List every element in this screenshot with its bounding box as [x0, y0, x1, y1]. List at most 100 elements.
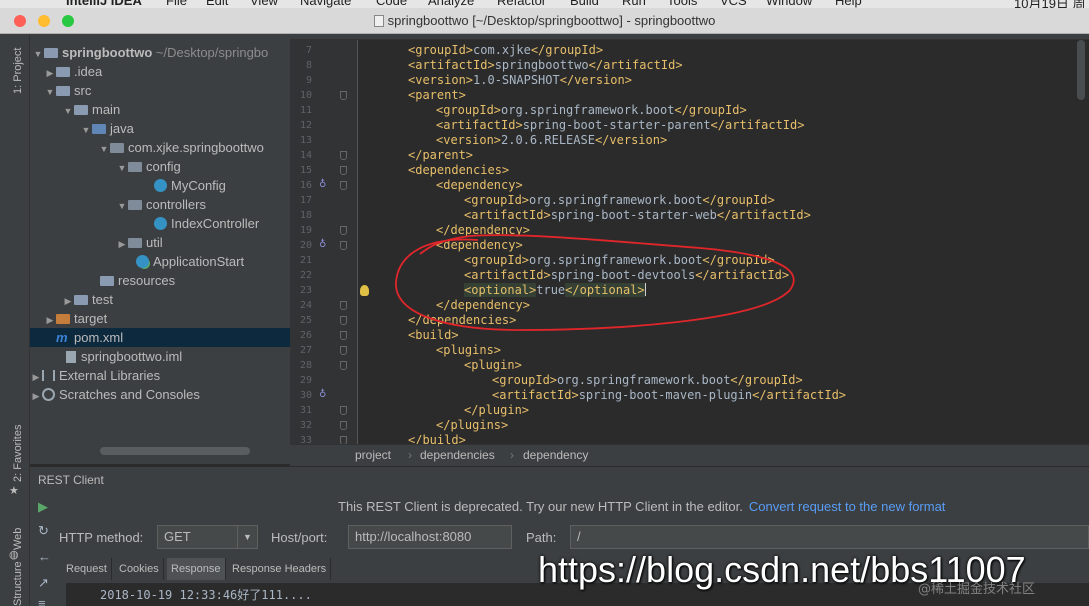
- chevron-down-icon[interactable]: ▼: [62, 102, 74, 121]
- menu-item-window[interactable]: Window: [766, 0, 812, 8]
- code-line[interactable]: <dependency>: [436, 238, 523, 253]
- code-line[interactable]: <plugin>: [464, 358, 522, 373]
- chevron-down-icon[interactable]: ▼: [98, 140, 110, 159]
- menu-item-analyze[interactable]: Analyze: [428, 0, 474, 8]
- code-editor[interactable]: 7 8 9 10 11 12 13 14 15 16 ♁ 17 18 19 20 ♁ 21 22 23 24 25 26 2…: [290, 40, 1089, 444]
- tree-item-java[interactable]: ▼ java: [80, 119, 134, 138]
- code-line[interactable]: </plugin>: [464, 403, 529, 418]
- menu-item-refactor[interactable]: Refactor: [497, 0, 546, 8]
- tree-item-config[interactable]: ▼ config: [116, 157, 181, 176]
- fold-marker-icon[interactable]: [340, 361, 347, 370]
- fold-marker-icon[interactable]: [340, 316, 347, 325]
- menu-item-code[interactable]: Code: [376, 0, 407, 8]
- refresh-icon[interactable]: ↻: [38, 523, 49, 539]
- code-line[interactable]: <artifactId>springboottwo</artifactId>: [408, 58, 683, 73]
- fold-marker-icon[interactable]: [340, 181, 347, 190]
- menu-item-intellij-idea[interactable]: IntelliJ IDEA: [66, 0, 142, 8]
- code-line[interactable]: <groupId>org.springframework.boot</group…: [492, 373, 803, 388]
- menu-item-vcs[interactable]: VCS: [720, 0, 747, 8]
- code-line[interactable]: </dependency>: [436, 223, 530, 238]
- run-request-icon[interactable]: ▶: [38, 499, 48, 515]
- tree-item-test[interactable]: ▶ test: [62, 290, 113, 309]
- code-line[interactable]: </plugins>: [436, 418, 508, 433]
- fold-marker-icon[interactable]: [340, 421, 347, 430]
- fold-marker-icon[interactable]: [340, 151, 347, 160]
- fold-marker-icon[interactable]: [340, 436, 347, 444]
- tree-item-scratches[interactable]: ▶ Scratches and Consoles: [30, 385, 200, 404]
- tree-item-indexcontroller[interactable]: IndexController: [154, 214, 259, 233]
- export-icon[interactable]: ↗: [38, 575, 49, 591]
- tree-item-src[interactable]: ▼ src: [44, 81, 92, 100]
- code-line[interactable]: <artifactId>spring-boot-devtools</artifa…: [464, 268, 789, 283]
- menu-item-view[interactable]: View: [250, 0, 278, 8]
- code-line[interactable]: <optional>true</optional>: [464, 283, 646, 298]
- tree-item-controllers[interactable]: ▼ controllers: [116, 195, 206, 214]
- tab-cookies[interactable]: Cookies: [115, 558, 164, 580]
- host-port-input[interactable]: http://localhost:8080: [348, 525, 512, 549]
- fold-marker-icon[interactable]: [340, 91, 347, 100]
- chevron-down-icon[interactable]: ▼: [116, 159, 128, 178]
- chevron-down-icon[interactable]: ▼: [32, 45, 44, 64]
- menu-item-edit[interactable]: Edit: [206, 0, 228, 8]
- code-line[interactable]: </dependencies>: [408, 313, 516, 328]
- code-line[interactable]: <parent>: [408, 88, 466, 103]
- tree-item-root[interactable]: ▼ springboottwo ~/Desktop/springbo: [32, 43, 269, 64]
- breadcrumb-item-dependency[interactable]: dependency: [523, 445, 588, 466]
- chevron-right-icon[interactable]: ▶: [116, 235, 128, 254]
- tree-item-package[interactable]: ▼ com.xjke.springboottwo: [98, 138, 264, 157]
- code-line[interactable]: <artifactId>spring-boot-starter-web</art…: [464, 208, 811, 223]
- maven-dependency-icon[interactable]: ♁: [319, 389, 326, 400]
- favorites-tool-tab[interactable]: 2: Favorites: [12, 425, 24, 482]
- chevron-right-icon[interactable]: ▶: [30, 387, 42, 406]
- code-line[interactable]: <dependencies>: [408, 163, 509, 178]
- tree-item-resources[interactable]: resources: [100, 271, 175, 290]
- tree-item-external-libraries[interactable]: ▶ External Libraries: [30, 366, 161, 385]
- back-arrow-icon[interactable]: ←: [38, 549, 51, 564]
- chevron-down-icon[interactable]: ▼: [116, 197, 128, 216]
- tab-request[interactable]: Request: [62, 558, 112, 580]
- chevron-down-icon[interactable]: ▼: [80, 121, 92, 140]
- web-tool-tab[interactable]: Web: [12, 528, 24, 550]
- code-line[interactable]: </build>: [408, 433, 466, 444]
- structure-tool-tab[interactable]: Structure: [12, 561, 24, 606]
- fold-marker-icon[interactable]: [340, 346, 347, 355]
- fold-marker-icon[interactable]: [340, 241, 347, 250]
- tab-response[interactable]: Response: [167, 558, 226, 580]
- tree-item-idea[interactable]: ▶ .idea: [44, 62, 103, 81]
- tree-item-util[interactable]: ▶ util: [116, 233, 163, 252]
- http-method-select[interactable]: GET ▼: [157, 525, 258, 549]
- menu-item-tools[interactable]: Tools: [667, 0, 697, 8]
- code-line[interactable]: <groupId>com.xjke</groupId>: [408, 43, 603, 58]
- breadcrumb-item-dependencies[interactable]: dependencies: [420, 445, 495, 466]
- fold-marker-icon[interactable]: [340, 331, 347, 340]
- code-line[interactable]: </dependency>: [436, 298, 530, 313]
- project-tool-tab[interactable]: 1: Project: [12, 48, 24, 94]
- tree-item-myconfig[interactable]: MyConfig: [154, 176, 226, 195]
- code-line[interactable]: <groupId>org.springframework.boot</group…: [436, 103, 747, 118]
- menu-item-run[interactable]: Run: [622, 0, 646, 8]
- code-line[interactable]: <dependency>: [436, 178, 523, 193]
- chevron-down-icon[interactable]: ▼: [237, 526, 257, 548]
- menu-item-help[interactable]: Help: [835, 0, 862, 8]
- code-line[interactable]: <build>: [408, 328, 459, 343]
- breadcrumb-item-project[interactable]: project: [355, 445, 391, 466]
- menu-item-build[interactable]: Build: [570, 0, 599, 8]
- wrap-icon[interactable]: ≡: [38, 596, 46, 606]
- fold-marker-icon[interactable]: [340, 406, 347, 415]
- maven-dependency-icon[interactable]: ♁: [319, 179, 326, 190]
- code-line[interactable]: <plugins>: [436, 343, 501, 358]
- editor-vertical-scrollbar[interactable]: [1077, 40, 1085, 100]
- fold-marker-icon[interactable]: [340, 301, 347, 310]
- code-line[interactable]: <version>2.0.6.RELEASE</version>: [436, 133, 667, 148]
- path-input[interactable]: /: [570, 525, 1089, 549]
- tree-item-applicationstart[interactable]: ApplicationStart: [136, 252, 244, 271]
- tree-item-target[interactable]: ▶ target: [44, 309, 108, 328]
- tree-item-main[interactable]: ▼ main: [62, 100, 121, 121]
- intention-bulb-icon[interactable]: [360, 285, 369, 296]
- project-horizontal-scrollbar[interactable]: [100, 447, 250, 455]
- maven-dependency-icon[interactable]: ♁: [319, 239, 326, 250]
- code-line[interactable]: <version>1.0-SNAPSHOT</version>: [408, 73, 632, 88]
- tab-response-headers[interactable]: Response Headers: [228, 558, 332, 580]
- convert-request-link[interactable]: Convert request to the new format: [749, 499, 946, 514]
- code-line[interactable]: <groupId>org.springframework.boot</group…: [464, 253, 775, 268]
